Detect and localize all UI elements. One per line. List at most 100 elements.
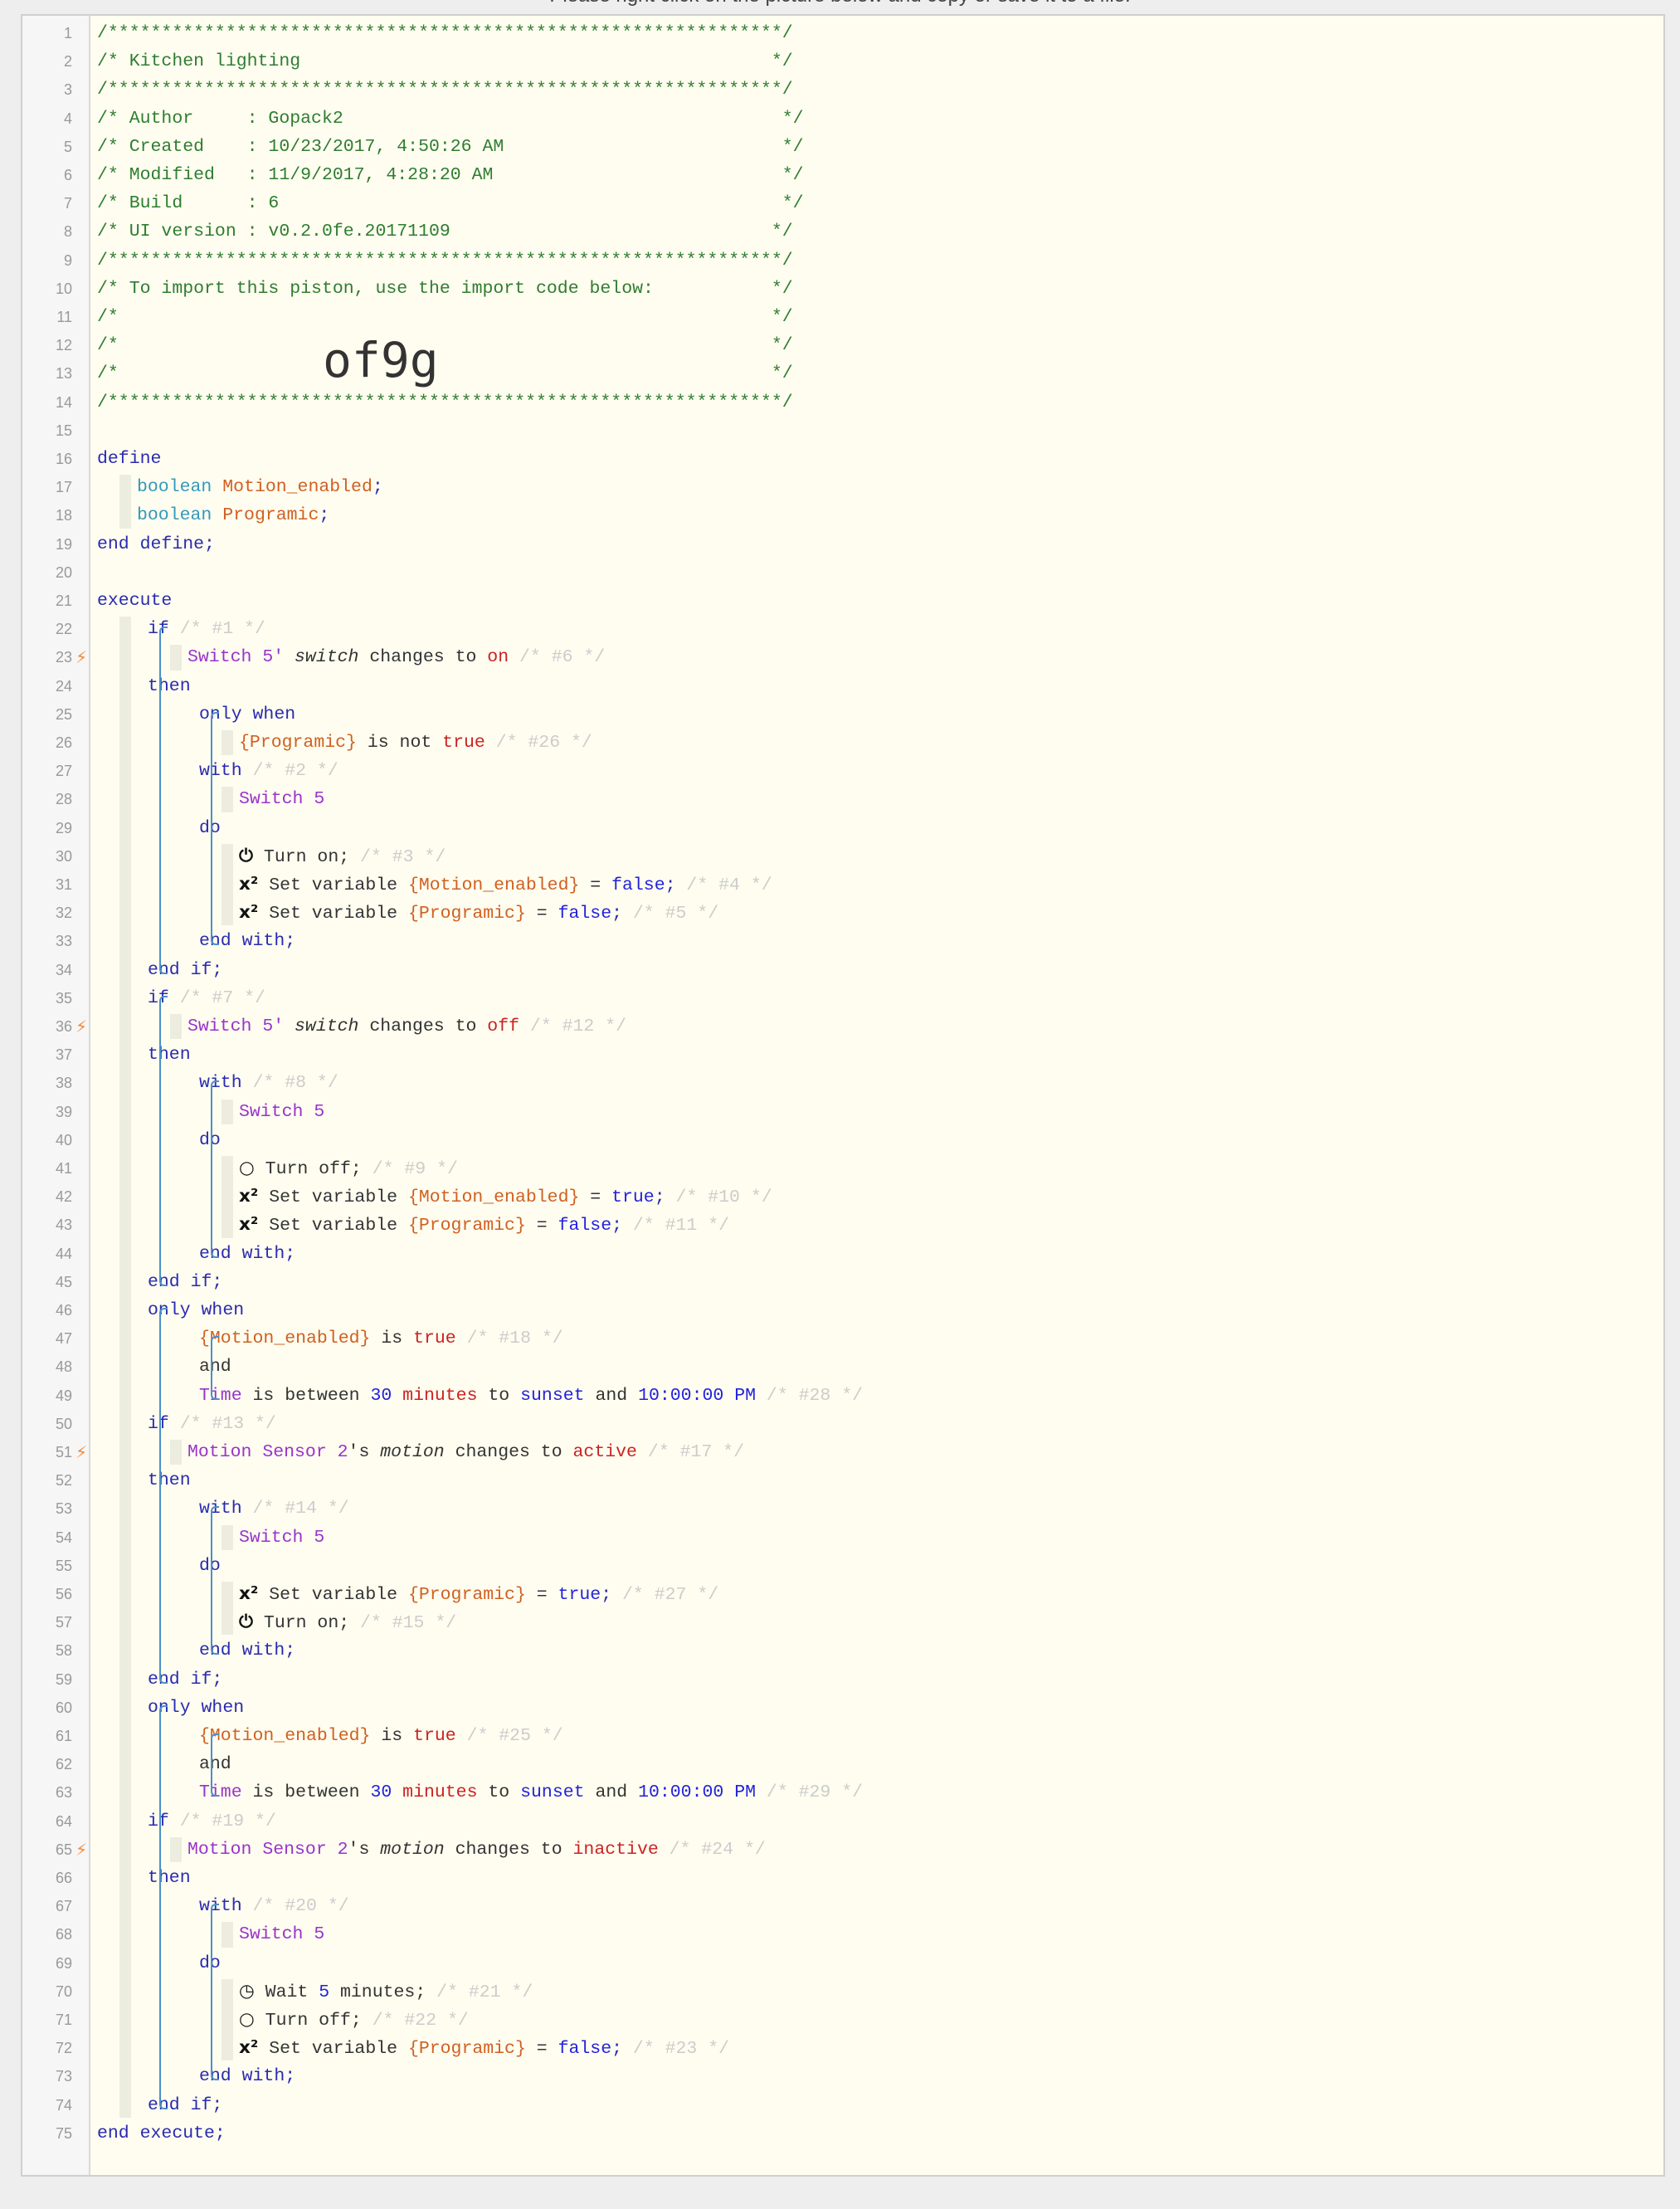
token-c20: /* #20 */	[252, 1896, 349, 1917]
indent-guide	[222, 843, 233, 926]
token-programic-ref: {Programic}	[407, 1585, 526, 1605]
code-line: ⏻ Turn on; /* #15 */	[239, 1608, 456, 1636]
line-number: 57	[55, 1614, 72, 1631]
token-c9: /* #9 */	[372, 1159, 458, 1179]
token-set-variable: Set variable	[269, 904, 398, 924]
line-number: 47	[55, 1330, 72, 1348]
line-number: 30	[55, 847, 72, 865]
token-eq: =	[590, 875, 601, 895]
token-timer-icon: ◷	[239, 1980, 255, 2002]
token-programic-ref: {Programic}	[407, 2039, 526, 2060]
line-number: 60	[55, 1699, 72, 1716]
code-line: Time is between 30 minutes to sunset and…	[199, 1382, 863, 1410]
line-number: 55	[55, 1557, 72, 1574]
header-blank: /* */	[97, 359, 793, 388]
token-blank: /* */	[97, 335, 793, 356]
token-motion-sensor: Motion Sensor 2	[187, 1839, 348, 1860]
token-c11: /* #11 */	[632, 1216, 730, 1236]
indent-guide	[222, 1978, 233, 2061]
line-number: 32	[55, 905, 72, 922]
token-execute: execute	[97, 591, 173, 611]
line-number: 48	[55, 1358, 72, 1376]
token-thirty: 30	[370, 1385, 392, 1406]
token-c1: /* #1 */	[179, 619, 265, 640]
token-time: Time	[199, 1385, 242, 1406]
token-c21: /* #21 */	[436, 1982, 533, 2002]
line-number: 9	[63, 251, 72, 269]
token-is: is	[381, 1329, 403, 1349]
token-on: on	[487, 647, 509, 668]
token-c25: /* #25 */	[466, 1726, 563, 1746]
token-motion-attr: motion	[380, 1442, 445, 1462]
token-c14: /* #14 */	[252, 1499, 349, 1519]
line-number: 25	[55, 705, 72, 723]
piston-code-panel: 1 2 3 4 5 6 7 8 9 10 11 12 13 14 15 16 17 18 19 20 21 22 23 24 2…	[21, 14, 1665, 2177]
token-boolean: boolean	[137, 477, 212, 498]
import-code: of9g	[323, 332, 439, 388]
token-false: false	[558, 2039, 612, 2060]
line-number: 49	[55, 1387, 72, 1404]
token-semicolon: ;	[611, 2039, 623, 2060]
code-line: x² Set variable {Motion_enabled} = false…	[239, 870, 772, 899]
token-is-not: is not	[367, 733, 432, 753]
code-line: {Motion_enabled} is true /* #25 */	[199, 1722, 563, 1750]
token-turn-off: Turn off;	[265, 1159, 362, 1179]
token-ten-pm: 10:00:00 PM	[638, 1385, 757, 1406]
line-number: 8	[63, 223, 72, 241]
token-switch-attr: switch	[295, 647, 359, 668]
indent-guide	[119, 617, 131, 2118]
token-end-execute: end execute;	[97, 2123, 226, 2143]
token-stars: /***************************************…	[97, 23, 793, 43]
line-number: 33	[55, 933, 72, 950]
line-number: 5	[63, 138, 72, 155]
token-set-variable: Set variable	[269, 1187, 398, 1208]
line-number: 36	[55, 1018, 72, 1035]
token-motion-enabled-ref: {Motion_enabled}	[407, 875, 580, 895]
header-border: /***************************************…	[97, 388, 793, 417]
token-set-variable: Set variable	[269, 2039, 398, 2060]
code-line: ⏻ Turn on; /* #3 */	[239, 842, 446, 870]
header-title: /* Kitchen lighting */	[97, 47, 793, 76]
token-variable-icon: x²	[239, 1583, 259, 1604]
token-true: true	[442, 733, 485, 753]
token-ui-version: /* UI version : v0.2.0fe.20171109 */	[97, 222, 793, 242]
token-c5: /* #5 */	[632, 904, 719, 924]
line-number: 52	[55, 1472, 72, 1490]
token-c24: /* #24 */	[669, 1839, 766, 1860]
token-modified: /* Modified : 11/9/2017, 4:28:20 AM */	[97, 165, 804, 185]
token-c26: /* #26 */	[495, 733, 592, 753]
block-bracket	[211, 1336, 219, 1400]
code-line: with /* #2 */	[199, 757, 338, 785]
block-bracket	[211, 1904, 219, 2081]
line-number: 70	[55, 1982, 72, 2000]
